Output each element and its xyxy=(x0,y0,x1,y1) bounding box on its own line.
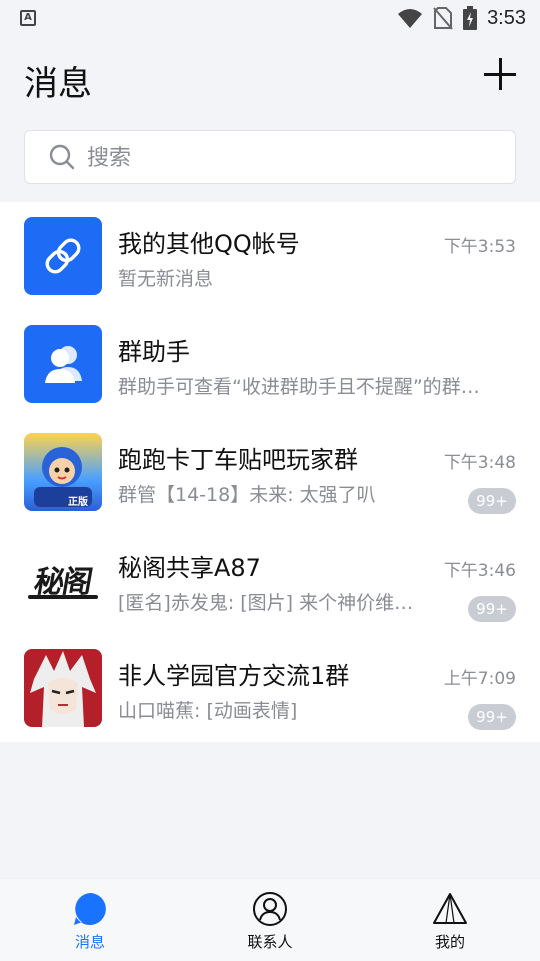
conversation-item[interactable]: 秘阁 秘阁共享A87 [匿名]赤发鬼: [图片] 来个神价维… 下午3:46 9… xyxy=(0,526,540,634)
no-sim-icon xyxy=(433,7,453,30)
conversation-preview: 群管【14-18】未来: 太强了叭 xyxy=(118,484,376,506)
tab-label: 我的 xyxy=(434,933,465,951)
battery-charging-icon xyxy=(463,6,478,30)
conversation-list: 我的其他QQ帐号 暂无新消息 下午3:53 群助手 群助手可查看“收进群助手且不… xyxy=(0,202,540,742)
avatar-label: 正版 xyxy=(68,497,88,508)
conversation-name: 非人学园官方交流1群 xyxy=(118,662,350,690)
tab-label: 联系人 xyxy=(247,933,293,951)
conversation-item[interactable]: 非人学园官方交流1群 山口喵蕉: [动画表情] 上午7:09 99+ xyxy=(0,634,540,742)
plus-icon[interactable] xyxy=(484,58,516,90)
conversation-preview: 群助手可查看“收进群助手且不提醒”的群… xyxy=(118,376,480,398)
conversation-preview: [匿名]赤发鬼: [图片] 来个神价维… xyxy=(118,592,414,614)
link-icon xyxy=(24,217,102,295)
bottom-navigation: 消息 联系人 我的 xyxy=(0,878,540,961)
wifi-icon xyxy=(398,9,423,28)
conversation-preview: 山口喵蕉: [动画表情] xyxy=(118,700,298,722)
unread-badge: 99+ xyxy=(468,704,516,730)
page-title: 消息 xyxy=(24,64,92,104)
conversation-name: 跑跑卡丁车贴吧玩家群 xyxy=(118,446,358,474)
conversation-item[interactable]: 正版 跑跑卡丁车贴吧玩家群 群管【14-18】未来: 太强了叭 下午3:48 9… xyxy=(0,418,540,526)
anime-character-avatar xyxy=(24,649,102,727)
unread-badge: 99+ xyxy=(468,488,516,514)
conversation-time: 下午3:53 xyxy=(443,237,516,257)
message-icon xyxy=(74,893,106,925)
unread-badge: 99+ xyxy=(468,596,516,622)
header: 消息 xyxy=(0,36,540,120)
conversation-name: 秘阁共享A87 xyxy=(118,554,261,582)
group-helper-icon xyxy=(24,325,102,403)
contacts-icon xyxy=(253,892,287,926)
conversation-time: 上午7:09 xyxy=(443,669,516,689)
status-indicators: 3:53 xyxy=(397,5,526,31)
tab-messages[interactable]: 消息 xyxy=(0,879,180,961)
search-icon xyxy=(49,144,75,170)
profile-icon xyxy=(433,893,467,924)
conversation-item[interactable]: 群助手 群助手可查看“收进群助手且不提醒”的群… xyxy=(0,310,540,418)
clock: 3:53 xyxy=(487,6,526,29)
tab-profile[interactable]: 我的 xyxy=(360,879,540,961)
app-notification-icon: A xyxy=(20,10,36,26)
tab-label: 消息 xyxy=(74,933,105,951)
game-character-avatar: 正版 xyxy=(24,433,102,511)
search-bar[interactable] xyxy=(24,130,516,184)
conversation-time: 下午3:46 xyxy=(443,561,516,581)
search-input[interactable] xyxy=(85,139,489,177)
conversation-preview: 暂无新消息 xyxy=(118,268,214,290)
conversation-name: 群助手 xyxy=(118,338,190,366)
conversation-time: 下午3:48 xyxy=(443,453,516,473)
tab-contacts[interactable]: 联系人 xyxy=(180,879,360,961)
conversation-item[interactable]: 我的其他QQ帐号 暂无新消息 下午3:53 xyxy=(0,202,540,310)
status-bar: A 3:53 xyxy=(0,0,540,36)
calligraphy-logo-avatar: 秘阁 xyxy=(24,541,102,619)
conversation-name: 我的其他QQ帐号 xyxy=(118,230,300,258)
